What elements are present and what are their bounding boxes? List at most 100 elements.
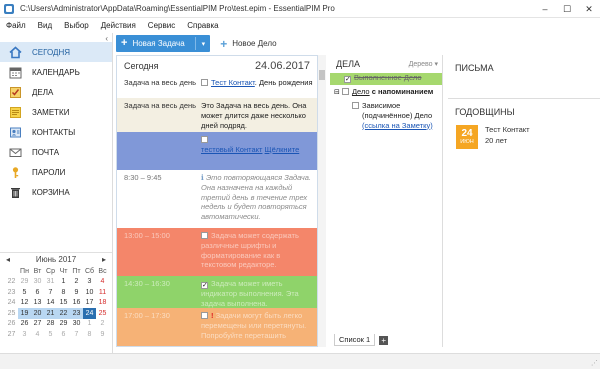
calendar-day[interactable]: 30 bbox=[31, 277, 44, 288]
calendar-day[interactable]: 6 bbox=[57, 329, 70, 340]
badge-day: 24 bbox=[461, 127, 473, 139]
task-checkbox[interactable] bbox=[201, 79, 208, 86]
agenda-row[interactable]: 14:30 – 16:30 ✓ Задача может иметь индика… bbox=[117, 276, 317, 308]
chevron-down-icon[interactable]: ▾ bbox=[202, 40, 206, 48]
calendar-day[interactable]: 1 bbox=[57, 277, 70, 288]
task-list-tab[interactable]: Список 1 bbox=[334, 334, 376, 346]
calendar-day[interactable]: 21 bbox=[44, 308, 57, 319]
calendar-day[interactable]: 8 bbox=[83, 329, 96, 340]
calendar-day[interactable]: 17 bbox=[83, 298, 96, 309]
nav-mail[interactable]: ПОЧТА bbox=[0, 142, 112, 162]
task-checkbox[interactable] bbox=[201, 136, 208, 143]
nav-trash[interactable]: КОРЗИНА bbox=[0, 182, 112, 202]
menu-actions[interactable]: Действия bbox=[95, 21, 142, 30]
calendar-day[interactable]: 3 bbox=[83, 277, 96, 288]
agenda-scrollbar[interactable] bbox=[318, 55, 326, 347]
calendar-day[interactable]: 12 bbox=[18, 298, 31, 309]
task-checkbox[interactable] bbox=[341, 88, 349, 95]
add-list-button[interactable]: + bbox=[379, 335, 389, 345]
menu-select[interactable]: Выбор bbox=[58, 21, 95, 30]
calendar-day[interactable]: 2 bbox=[70, 277, 83, 288]
task-checkbox[interactable] bbox=[201, 312, 208, 319]
task-checkbox[interactable] bbox=[352, 102, 359, 109]
nav-tasks[interactable]: ДЕЛА bbox=[0, 82, 112, 102]
calendar-day[interactable]: 7 bbox=[44, 287, 57, 298]
new-item-button[interactable]: + Новое Дело bbox=[220, 37, 276, 51]
calendar-day[interactable]: 8 bbox=[57, 287, 70, 298]
calendar-day[interactable]: 30 bbox=[70, 319, 83, 330]
calendar-day[interactable]: 16 bbox=[70, 298, 83, 309]
calendar-day[interactable]: 23 bbox=[70, 308, 83, 319]
calendar-day[interactable]: 3 bbox=[18, 329, 31, 340]
calendar-day[interactable]: 24 bbox=[83, 308, 96, 319]
calendar-day[interactable]: 6 bbox=[31, 287, 44, 298]
agenda-row[interactable]: Задача на весь день Тест Контакт. День р… bbox=[117, 75, 317, 97]
calendar-day[interactable]: 15 bbox=[57, 298, 70, 309]
week-number: 22 bbox=[7, 278, 16, 286]
task-checkbox-checked[interactable]: ✓ bbox=[201, 282, 208, 289]
new-task-button[interactable]: + Новая Задача ▾ bbox=[116, 35, 211, 52]
nav-notes[interactable]: ЗАМЕТКИ bbox=[0, 102, 112, 122]
scrollbar-thumb[interactable] bbox=[319, 70, 325, 80]
click-link[interactable]: Щёлкните bbox=[265, 145, 300, 154]
calendar-day[interactable]: 10 bbox=[83, 287, 96, 298]
nav-today[interactable]: СЕГОДНЯ bbox=[0, 42, 112, 62]
agenda-row[interactable]: 17:00 – 17:30 ! Задачи могут быть легко … bbox=[117, 308, 317, 346]
task-checkbox-checked[interactable]: ✓ bbox=[344, 76, 351, 83]
letters-panel: ПИСЬМА bbox=[448, 55, 600, 99]
calendar-day[interactable]: 1 bbox=[83, 319, 96, 330]
calendar-day[interactable]: 13 bbox=[31, 298, 44, 309]
next-month-button[interactable]: ▸ bbox=[102, 255, 106, 264]
tree-view-dropdown[interactable]: Дерево ▾ bbox=[409, 60, 438, 68]
maximize-button[interactable]: ☐ bbox=[556, 0, 578, 18]
calendar-day[interactable]: 5 bbox=[18, 287, 31, 298]
nav-passwords[interactable]: ПАРОЛИ bbox=[0, 162, 112, 182]
calendar-day[interactable]: 22 bbox=[57, 308, 70, 319]
menu-file[interactable]: Файл bbox=[0, 21, 32, 30]
task-row[interactable]: Зависимое (подчинённое) Дело (ссылка на … bbox=[330, 101, 442, 131]
task-row[interactable]: ⊟ Дело с напоминанием bbox=[330, 87, 442, 99]
calendar-day[interactable]: 20 bbox=[31, 308, 44, 319]
calendar-day[interactable]: 2 bbox=[96, 319, 109, 330]
task-text[interactable]: Дело bbox=[352, 87, 370, 96]
calendar-day[interactable]: 19 bbox=[18, 308, 31, 319]
calendar-day[interactable]: 31 bbox=[44, 277, 57, 288]
task-row[interactable]: ✓ Выполненное Дело bbox=[330, 73, 442, 85]
contact-link[interactable]: Тест Контакт bbox=[211, 78, 255, 87]
task-suffix: с напоминанием bbox=[369, 87, 434, 96]
calendar-month-title[interactable]: Июнь 2017 bbox=[36, 255, 76, 264]
agenda-row[interactable]: 13:00 – 15:00 Задача может содержать раз… bbox=[117, 228, 317, 276]
note-link[interactable]: (ссылка на Заметку) bbox=[362, 121, 433, 130]
nav-calendar[interactable]: КАЛЕНДАРЬ bbox=[0, 62, 112, 82]
calendar-day[interactable]: 4 bbox=[96, 277, 109, 288]
calendar-day[interactable]: 14 bbox=[44, 298, 57, 309]
task-checkbox[interactable] bbox=[201, 232, 208, 239]
calendar-day[interactable]: 29 bbox=[57, 319, 70, 330]
anniversary-item[interactable]: 24 ИЮН Тест Контакт 20 лет bbox=[456, 125, 530, 149]
prev-month-button[interactable]: ◂ bbox=[6, 255, 10, 264]
calendar-day[interactable]: 5 bbox=[44, 329, 57, 340]
calendar-day[interactable]: 28 bbox=[44, 319, 57, 330]
calendar-day[interactable]: 9 bbox=[70, 287, 83, 298]
nav-contacts[interactable]: КОНТАКТЫ bbox=[0, 122, 112, 142]
agenda-row[interactable]: тестовый Контакт Щёлкните bbox=[117, 132, 317, 170]
agenda-row[interactable]: Задача на весь день Это Задача на весь д… bbox=[117, 98, 317, 132]
menu-view[interactable]: Вид bbox=[32, 21, 58, 30]
calendar-day[interactable]: 18 bbox=[96, 298, 109, 309]
calendar-day[interactable]: 9 bbox=[96, 329, 109, 340]
calendar-day[interactable]: 29 bbox=[18, 277, 31, 288]
close-button[interactable]: ✕ bbox=[578, 0, 600, 18]
calendar-day[interactable]: 27 bbox=[31, 319, 44, 330]
calendar-day[interactable]: 26 bbox=[18, 319, 31, 330]
menu-tools[interactable]: Сервис bbox=[142, 21, 181, 30]
agenda-row[interactable]: 8:30 – 9:45 ℹ Это повторяющаяся Задача. … bbox=[117, 170, 317, 228]
resize-grip-icon[interactable]: ⋰ bbox=[591, 359, 598, 367]
collapse-toggle-icon[interactable]: ⊟ bbox=[334, 89, 340, 96]
calendar-day[interactable]: 4 bbox=[31, 329, 44, 340]
contact-link[interactable]: тестовый Контакт bbox=[201, 145, 262, 154]
menu-help[interactable]: Справка bbox=[181, 21, 224, 30]
calendar-day[interactable]: 7 bbox=[70, 329, 83, 340]
minimize-button[interactable]: – bbox=[534, 0, 556, 18]
calendar-day[interactable]: 11 bbox=[96, 287, 109, 298]
calendar-day[interactable]: 25 bbox=[96, 308, 109, 319]
